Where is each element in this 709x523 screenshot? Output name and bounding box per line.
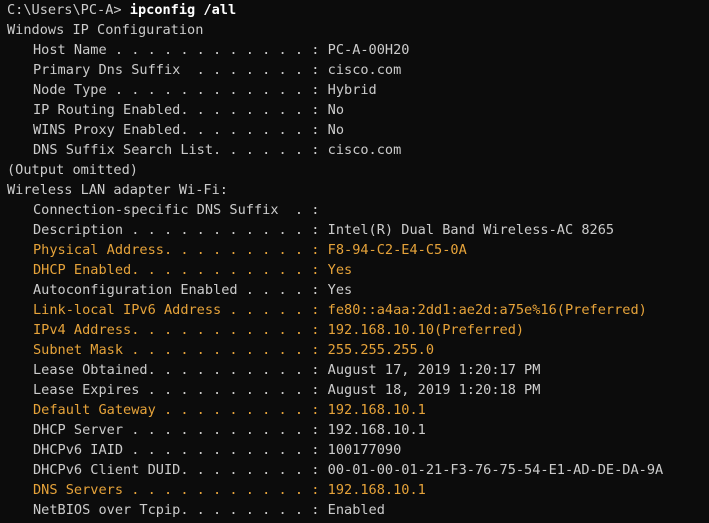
config-label: DHCPv6 IAID . . . . . . . . . . . : (33, 442, 328, 458)
prompt-line: C:\Users\PC-A> ipconfig /all (7, 0, 709, 20)
config-value: cisco.com (327, 62, 402, 78)
config-value: 192.168.10.10(Preferred) (327, 322, 525, 338)
section-header: Windows IP Configuration (7, 22, 204, 38)
config-value: Intel(R) Dual Band Wireless-AC 8265 (327, 222, 615, 238)
config-label: Autoconfiguration Enabled . . . . : (33, 282, 328, 298)
config-value: Enabled (327, 502, 385, 518)
config-entry: DHCP Server . . . . . . . . . . . : 192.… (7, 420, 709, 440)
config-entry: Primary Dns Suffix . . . . . . . : cisco… (7, 60, 709, 80)
config-value: August 17, 2019 1:20:17 PM (327, 362, 541, 378)
config-label: Connection-specific DNS Suffix . : (33, 202, 328, 218)
config-label: Description . . . . . . . . . . . : (33, 222, 328, 238)
config-label: Subnet Mask . . . . . . . . . . . : (33, 342, 328, 358)
adapter-header: Wireless LAN adapter Wi-Fi: (7, 182, 228, 198)
config-entry: Lease Obtained. . . . . . . . . . : Augu… (7, 360, 709, 380)
global-config-list: Host Name . . . . . . . . . . . . : PC-A… (7, 40, 709, 160)
terminal-window[interactable]: C:\Users\PC-A> ipconfig /all Windows IP … (0, 0, 709, 523)
prompt-command: ipconfig /all (129, 2, 237, 18)
config-entry: Physical Address. . . . . . . . . : F8-9… (7, 240, 709, 260)
config-entry: Connection-specific DNS Suffix . : (7, 200, 709, 220)
config-label: IP Routing Enabled. . . . . . . . : (33, 102, 328, 118)
config-label: DNS Servers . . . . . . . . . . . : (33, 482, 328, 498)
config-entry: DNS Servers . . . . . . . . . . . : 192.… (7, 480, 709, 500)
config-entry: WINS Proxy Enabled. . . . . . . . : No (7, 120, 709, 140)
config-value: PC-A-00H20 (327, 42, 410, 58)
config-label: IPv4 Address. . . . . . . . . . . : (33, 322, 328, 338)
config-value: F8-94-C2-E4-C5-0A (327, 242, 467, 258)
config-value: 00-01-00-01-21-F3-76-75-54-E1-AD-DE-DA-9… (327, 462, 664, 478)
config-entry: Subnet Mask . . . . . . . . . . . : 255.… (7, 340, 709, 360)
config-label: DNS Suffix Search List. . . . . . : (33, 142, 328, 158)
config-entry: Node Type . . . . . . . . . . . . : Hybr… (7, 80, 709, 100)
config-entry: Lease Expires . . . . . . . . . . : Augu… (7, 380, 709, 400)
config-entry: IP Routing Enabled. . . . . . . . : No (7, 100, 709, 120)
prompt-path: C:\Users\PC-A> (7, 2, 130, 18)
config-value: August 18, 2019 1:20:18 PM (327, 382, 541, 398)
config-label: WINS Proxy Enabled. . . . . . . . : (33, 122, 328, 138)
config-entry: Link-local IPv6 Address . . . . . : fe80… (7, 300, 709, 320)
config-entry: DHCPv6 IAID . . . . . . . . . . . : 1001… (7, 440, 709, 460)
config-value: 192.168.10.1 (327, 402, 426, 418)
config-value: No (327, 122, 345, 138)
config-entry: Default Gateway . . . . . . . . . : 192.… (7, 400, 709, 420)
config-value: Yes (327, 262, 353, 278)
config-value: cisco.com (327, 142, 402, 158)
config-label: Node Type . . . . . . . . . . . . : (33, 82, 328, 98)
config-entry: Host Name . . . . . . . . . . . . : PC-A… (7, 40, 709, 60)
adapter-config-list: Connection-specific DNS Suffix . : Descr… (7, 200, 709, 520)
config-value: No (327, 102, 345, 118)
config-label: DHCP Enabled. . . . . . . . . . . : (33, 262, 328, 278)
config-label: Default Gateway . . . . . . . . . : (33, 402, 328, 418)
config-value: Yes (327, 282, 353, 298)
config-entry: NetBIOS over Tcpip. . . . . . . . : Enab… (7, 500, 709, 520)
config-value: 100177090 (327, 442, 402, 458)
config-entry: Description . . . . . . . . . . . : Inte… (7, 220, 709, 240)
config-value: 192.168.10.1 (327, 482, 426, 498)
config-entry: DHCP Enabled. . . . . . . . . . . : Yes (7, 260, 709, 280)
config-value: fe80::a4aa:2dd1:ae2d:a75e%16(Preferred) (327, 302, 647, 318)
config-value: 255.255.255.0 (327, 342, 435, 358)
omitted-note: (Output omitted) (7, 162, 138, 178)
config-label: Primary Dns Suffix . . . . . . . : (33, 62, 328, 78)
config-label: Lease Expires . . . . . . . . . . : (33, 382, 328, 398)
config-entry: DNS Suffix Search List. . . . . . : cisc… (7, 140, 709, 160)
config-value: 192.168.10.1 (327, 422, 426, 438)
config-label: Host Name . . . . . . . . . . . . : (33, 42, 328, 58)
config-label: Link-local IPv6 Address . . . . . : (33, 302, 328, 318)
config-entry: DHCPv6 Client DUID. . . . . . . . : 00-0… (7, 460, 709, 480)
config-label: DHCPv6 Client DUID. . . . . . . . : (33, 462, 328, 478)
config-value: Hybrid (327, 82, 377, 98)
config-label: DHCP Server . . . . . . . . . . . : (33, 422, 328, 438)
config-entry: IPv4 Address. . . . . . . . . . . : 192.… (7, 320, 709, 340)
config-label: NetBIOS over Tcpip. . . . . . . . : (33, 502, 328, 518)
config-label: Physical Address. . . . . . . . . : (33, 242, 328, 258)
config-entry: Autoconfiguration Enabled . . . . : Yes (7, 280, 709, 300)
config-label: Lease Obtained. . . . . . . . . . : (33, 362, 328, 378)
